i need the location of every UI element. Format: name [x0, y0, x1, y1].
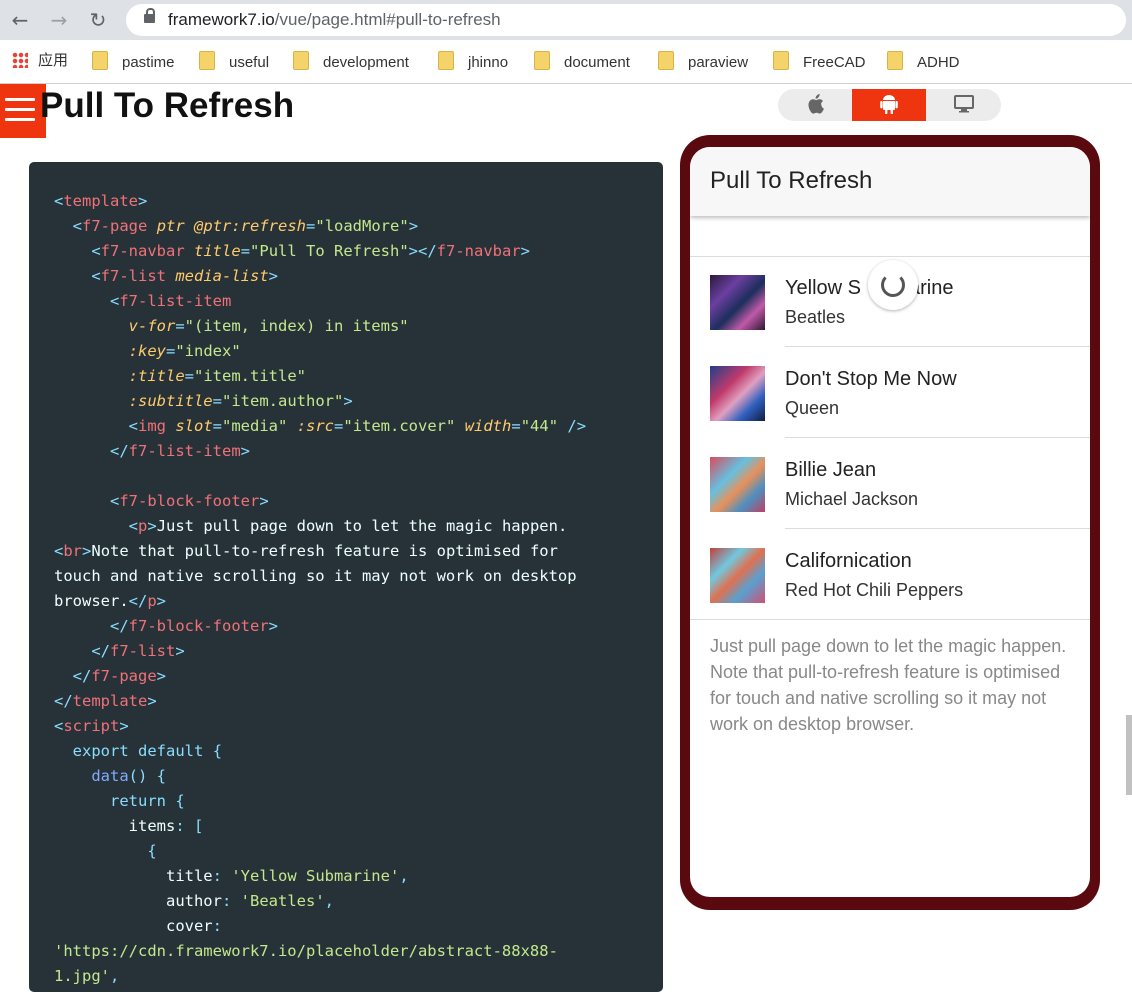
block-footer: Just pull page down to let the magic hap…	[710, 633, 1075, 737]
code-block: <template> <f7-page ptr @ptr:refresh="lo…	[29, 162, 663, 992]
list-item[interactable]: Californication Red Hot Chili Peppers	[690, 530, 1090, 620]
apple-icon	[808, 94, 824, 114]
item-divider	[785, 437, 1090, 438]
bookmarks-bar: 应用 pastime useful development jhinno doc…	[0, 40, 1132, 84]
item-subtitle: Beatles	[785, 307, 846, 327]
item-title: Californication	[785, 550, 912, 572]
md-theme-button[interactable]	[852, 89, 926, 121]
browser-toolbar: ← → ↻ framework7.io/vue/page.html#pull-t…	[0, 0, 1132, 40]
item-subtitle: Michael Jackson	[785, 489, 919, 509]
android-icon	[880, 95, 898, 115]
apps-grid-icon	[12, 52, 28, 68]
folder-icon	[92, 51, 108, 70]
desktop-icon	[954, 95, 974, 113]
url-text: framework7.io/vue/page.html#pull-to-refr…	[168, 10, 501, 29]
hamburger-icon-line	[5, 118, 35, 121]
list-item[interactable]: Don't Stop Me Now Queen	[690, 348, 1090, 438]
page-title: Pull To Refresh	[40, 86, 295, 125]
item-title: Billie Jean	[785, 459, 877, 481]
bookmark-apps[interactable]: 应用	[12, 51, 68, 71]
ios-theme-button[interactable]	[778, 89, 852, 121]
back-icon[interactable]: ←	[8, 8, 32, 32]
item-subtitle: Queen	[785, 398, 840, 418]
demo-screen: Pull To Refresh Yellow Sarine Beatles Do…	[690, 147, 1090, 897]
folder-icon	[438, 51, 454, 70]
album-cover	[710, 457, 765, 512]
reload-icon[interactable]: ↻	[86, 8, 110, 32]
refresh-spinner-icon	[868, 260, 918, 310]
navbar-title: Pull To Refresh	[710, 167, 873, 194]
hamburger-icon-line	[5, 108, 35, 111]
forward-icon[interactable]: →	[47, 8, 71, 32]
page-scrollbar[interactable]	[1126, 715, 1132, 795]
address-bar[interactable]: framework7.io/vue/page.html#pull-to-refr…	[126, 4, 1126, 36]
list-bottom-divider	[690, 619, 1090, 620]
folder-icon	[658, 51, 674, 70]
album-cover	[710, 275, 765, 330]
album-cover	[710, 366, 765, 421]
bookmark-document[interactable]: document	[534, 51, 630, 71]
item-divider	[785, 346, 1090, 347]
list-item[interactable]: Billie Jean Michael Jackson	[690, 439, 1090, 529]
theme-switch	[778, 89, 1001, 121]
bookmark-freecad[interactable]: FreeCAD	[773, 51, 866, 71]
folder-icon	[293, 51, 309, 70]
bookmark-adhd[interactable]: ADHD	[887, 51, 960, 71]
bookmark-paraview[interactable]: paraview	[658, 51, 748, 71]
footer-line: Just pull page down to let the magic hap…	[710, 636, 1067, 656]
bookmark-jhinno[interactable]: jhinno	[438, 51, 508, 71]
item-subtitle: Red Hot Chili Peppers	[785, 580, 964, 600]
item-divider	[785, 528, 1090, 529]
bookmark-useful[interactable]: useful	[199, 51, 269, 71]
folder-icon	[534, 51, 550, 70]
lock-icon	[144, 8, 155, 23]
folder-icon	[773, 51, 789, 70]
bookmark-pastime[interactable]: pastime	[92, 51, 175, 71]
item-title: Don't Stop Me Now	[785, 368, 957, 390]
hamburger-icon	[5, 98, 35, 101]
folder-icon	[887, 51, 903, 70]
folder-icon	[199, 51, 215, 70]
code-text: <template> <f7-page ptr @ptr:refresh="lo…	[54, 192, 587, 985]
desktop-theme-button[interactable]	[927, 89, 1001, 121]
bookmark-development[interactable]: development	[293, 51, 409, 71]
album-cover	[710, 548, 765, 603]
demo-navbar: Pull To Refresh	[690, 147, 1090, 216]
footer-line: Note that pull-to-refresh feature is opt…	[710, 662, 1061, 734]
device-frame: Pull To Refresh Yellow Sarine Beatles Do…	[680, 135, 1100, 910]
